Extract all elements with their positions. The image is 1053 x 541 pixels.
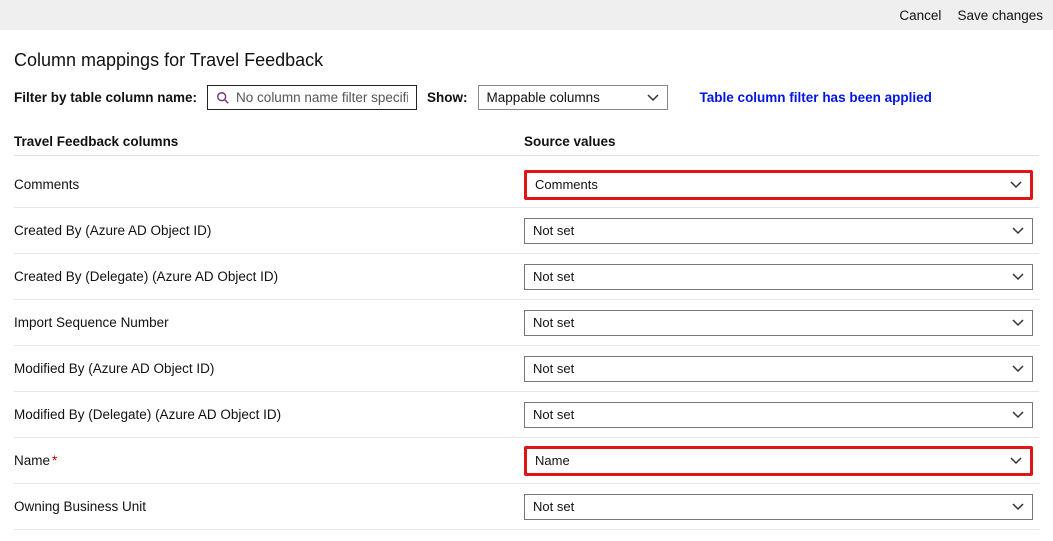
column-label: Created By (Delegate) (Azure AD Object I… xyxy=(14,269,524,284)
chevron-down-icon xyxy=(647,92,659,104)
chevron-down-icon xyxy=(1012,271,1024,283)
column-label-text: Name xyxy=(14,453,50,468)
source-select[interactable]: Not set xyxy=(524,264,1033,290)
show-select-value: Mappable columns xyxy=(487,90,600,105)
source-select-value: Not set xyxy=(533,499,574,514)
source-select-value: Not set xyxy=(533,407,574,422)
filter-placeholder: No column name filter specified xyxy=(236,90,408,105)
column-label: Name* xyxy=(14,453,524,468)
required-indicator: * xyxy=(50,453,57,468)
column-label: Import Sequence Number xyxy=(14,315,524,330)
column-label-text: Owning Business Unit xyxy=(14,499,146,514)
mapping-row: Created By (Azure AD Object ID) Not set xyxy=(14,208,1039,254)
column-header-right: Source values xyxy=(524,134,1039,149)
column-label: Modified By (Azure AD Object ID) xyxy=(14,361,524,376)
mapping-row: Comments Comments xyxy=(14,162,1039,208)
filter-label: Filter by table column name: xyxy=(14,90,197,105)
column-label: Modified By (Delegate) (Azure AD Object … xyxy=(14,407,524,422)
column-header-left: Travel Feedback columns xyxy=(14,134,524,149)
source-select-value: Not set xyxy=(533,223,574,238)
save-changes-button[interactable]: Save changes xyxy=(953,6,1047,25)
chevron-down-icon xyxy=(1010,179,1022,191)
show-label: Show: xyxy=(427,90,468,105)
table-headers: Travel Feedback columns Source values xyxy=(14,134,1039,156)
top-toolbar: Cancel Save changes xyxy=(0,0,1053,30)
source-select-value: Comments xyxy=(535,177,598,192)
source-select[interactable]: Comments xyxy=(524,170,1033,200)
page-title: Column mappings for Travel Feedback xyxy=(14,50,1039,71)
column-label-text: Comments xyxy=(14,177,79,192)
search-icon xyxy=(216,91,230,105)
source-select[interactable]: Not set xyxy=(524,356,1033,382)
source-select[interactable]: Not set xyxy=(524,402,1033,428)
chevron-down-icon xyxy=(1012,317,1024,329)
column-label: Owning Business Unit xyxy=(14,499,524,514)
chevron-down-icon xyxy=(1012,363,1024,375)
mapping-row: Created By (Delegate) (Azure AD Object I… xyxy=(14,254,1039,300)
chevron-down-icon xyxy=(1010,455,1022,467)
chevron-down-icon xyxy=(1012,225,1024,237)
show-select[interactable]: Mappable columns xyxy=(478,85,668,110)
mapping-row: Import Sequence Number Not set xyxy=(14,300,1039,346)
column-label-text: Modified By (Delegate) (Azure AD Object … xyxy=(14,407,281,422)
source-select-value: Not set xyxy=(533,315,574,330)
chevron-down-icon xyxy=(1012,409,1024,421)
column-label-text: Created By (Azure AD Object ID) xyxy=(14,223,211,238)
mapping-row: Modified By (Azure AD Object ID) Not set xyxy=(14,346,1039,392)
source-select[interactable]: Not set xyxy=(524,310,1033,336)
column-label: Created By (Azure AD Object ID) xyxy=(14,223,524,238)
source-select[interactable]: Not set xyxy=(524,494,1033,520)
source-select-value: Not set xyxy=(533,269,574,284)
mapping-row: Owning Business Unit Not set xyxy=(14,484,1039,530)
column-label: Comments xyxy=(14,177,524,192)
source-select-value: Not set xyxy=(533,361,574,376)
mapping-row: Name*Name xyxy=(14,438,1039,484)
column-label-text: Import Sequence Number xyxy=(14,315,169,330)
chevron-down-icon xyxy=(1012,501,1024,513)
filter-status-text: Table column filter has been applied xyxy=(700,90,932,105)
cancel-button[interactable]: Cancel xyxy=(895,6,945,25)
filter-input[interactable]: No column name filter specified xyxy=(207,85,417,110)
source-select[interactable]: Not set xyxy=(524,218,1033,244)
source-select-value: Name xyxy=(535,453,570,468)
filter-row: Filter by table column name: No column n… xyxy=(14,85,1039,110)
column-label-text: Created By (Delegate) (Azure AD Object I… xyxy=(14,269,278,284)
mapping-row: Modified By (Delegate) (Azure AD Object … xyxy=(14,392,1039,438)
source-select[interactable]: Name xyxy=(524,446,1033,476)
column-label-text: Modified By (Azure AD Object ID) xyxy=(14,361,214,376)
mapping-rows: Comments Comments Created By (Azure AD Obj… xyxy=(14,162,1039,530)
